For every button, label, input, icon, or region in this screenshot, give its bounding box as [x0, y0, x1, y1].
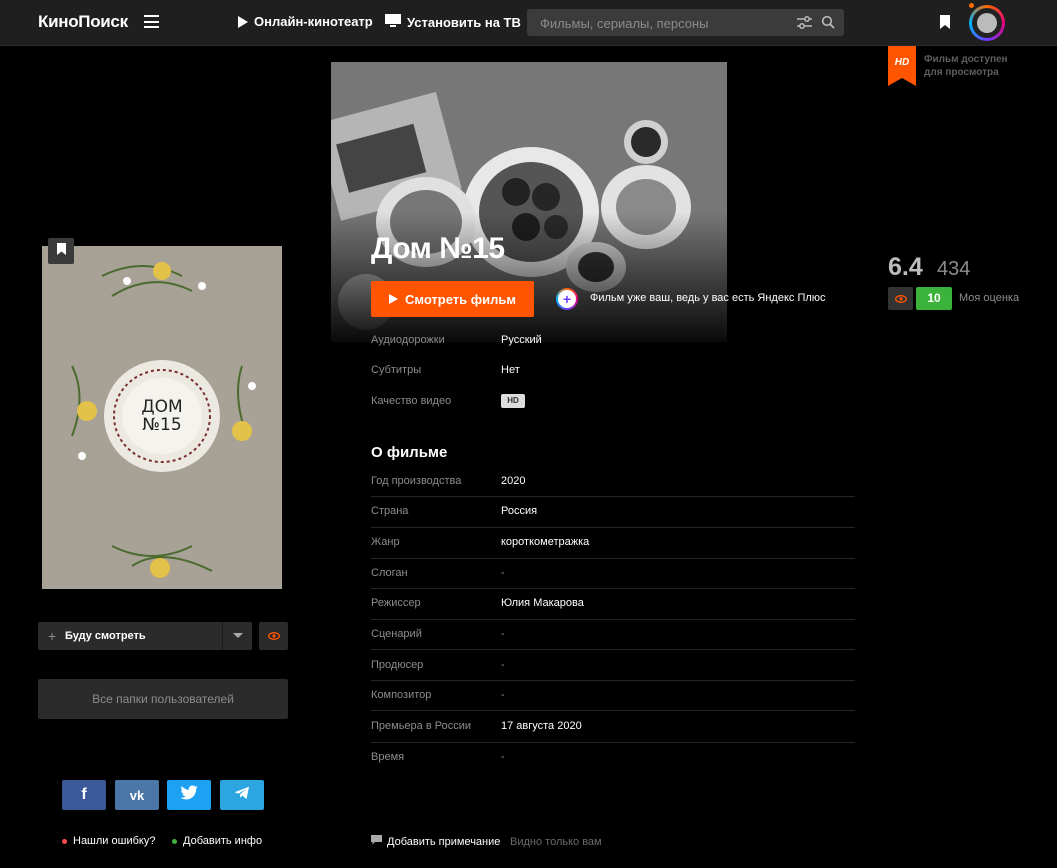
screenplay-label: Сценарий: [371, 628, 422, 640]
facebook-icon: f: [81, 786, 87, 803]
divider: [371, 527, 855, 528]
duration-label: Время: [371, 751, 405, 763]
country-value[interactable]: Россия: [501, 505, 537, 517]
play-icon: [388, 294, 398, 304]
divider: [371, 558, 855, 559]
poster-title: ДОМ №15: [141, 397, 183, 435]
premiere-label: Премьера в России: [371, 720, 472, 732]
genre-label: Жанр: [371, 536, 400, 548]
menu-icon[interactable]: [144, 15, 159, 28]
genre-value[interactable]: короткометражка: [501, 536, 589, 548]
screenplay-value: -: [501, 628, 505, 640]
tv-icon: [385, 14, 401, 31]
plus-icon: +: [48, 628, 57, 644]
audio-label: Аудиодорожки: [371, 334, 445, 346]
filter-icon[interactable]: [797, 16, 812, 34]
slogan-label: Слоган: [371, 567, 408, 579]
report-error-label: Нашли ошибку?: [73, 835, 156, 847]
director-value[interactable]: Юлия Макарова: [501, 597, 584, 609]
will-watch-button[interactable]: + Буду смотреть: [38, 622, 252, 650]
nav-tv-label: Установить на ТВ: [407, 15, 521, 30]
add-info-label: Добавить инфо: [183, 835, 263, 847]
header: КиноПоиск Онлайн-кинотеатр Установить на…: [0, 0, 1057, 46]
divider: [371, 649, 855, 650]
will-watch-label: Буду смотреть: [65, 630, 146, 642]
divider: [371, 496, 855, 497]
producer-label: Продюсер: [371, 659, 424, 671]
add-info-link[interactable]: Добавить инфо: [172, 835, 262, 847]
hd-available-icon: HD: [888, 46, 916, 91]
year-label: Год производства: [371, 475, 462, 487]
search-input[interactable]: [527, 9, 802, 38]
logo[interactable]: КиноПоиск: [38, 12, 128, 32]
hd-available-text: Фильм доступен для просмотра: [924, 54, 1008, 78]
note-visibility-text: Видно только вам: [510, 836, 602, 848]
bookmark-icon[interactable]: [940, 15, 950, 34]
rating-value: 6.4: [888, 253, 923, 281]
about-heading: О фильме: [371, 444, 448, 461]
year-value[interactable]: 2020: [501, 475, 525, 487]
composer-value: -: [501, 689, 505, 701]
divider: [371, 680, 855, 681]
subtitles-value: Нет: [501, 364, 520, 376]
red-dot-icon: [62, 838, 67, 844]
divider: [371, 710, 855, 711]
quality-label: Качество видео: [371, 395, 452, 407]
report-error-link[interactable]: Нашли ошибку?: [62, 835, 155, 847]
country-label: Страна: [371, 505, 409, 517]
search-box: [527, 9, 844, 38]
director-label: Режиссер: [371, 597, 421, 609]
watch-button-label: Смотреть фильм: [404, 291, 517, 307]
twitter-icon: [180, 785, 198, 805]
seen-toggle-button[interactable]: [259, 622, 288, 650]
audio-value: Русский: [501, 334, 542, 346]
movie-title: Дом №15: [371, 232, 505, 265]
eye-icon: [894, 290, 907, 308]
nav-online-cinema[interactable]: Онлайн-кинотеатр: [238, 14, 373, 29]
poster-bookmark-button[interactable]: [48, 238, 74, 264]
divider: [371, 588, 855, 589]
nav-install-tv[interactable]: Установить на ТВ: [385, 14, 521, 31]
yandex-plus-icon: +: [556, 288, 578, 310]
add-note-link[interactable]: Добавить примечание: [371, 835, 500, 848]
producer-value: -: [501, 659, 505, 671]
quality-badge: HD: [501, 394, 525, 408]
plus-note: Фильм уже ваш, ведь у вас есть Яндекс Пл…: [590, 292, 826, 304]
add-note-label: Добавить примечание: [387, 835, 501, 848]
all-folders-button[interactable]: Все папки пользователей: [38, 679, 288, 719]
avatar[interactable]: [969, 3, 1005, 41]
play-icon: [238, 15, 248, 28]
divider: [371, 619, 855, 620]
facebook-share-button[interactable]: f: [62, 780, 106, 810]
slogan-value: -: [501, 567, 505, 579]
chevron-down-icon[interactable]: [233, 633, 243, 638]
premiere-value[interactable]: 17 августа 2020: [501, 720, 582, 732]
my-score-label: Моя оценка: [959, 292, 1020, 304]
twitter-share-button[interactable]: [167, 780, 211, 810]
bookmark-icon: [56, 242, 66, 260]
eye-icon: [267, 627, 280, 645]
nav-online-label: Онлайн-кинотеатр: [254, 14, 373, 29]
telegram-share-button[interactable]: [220, 780, 264, 810]
rating-votes: 434: [937, 258, 971, 280]
vk-share-button[interactable]: vk: [115, 780, 159, 810]
duration-value: -: [501, 751, 505, 763]
divider: [222, 622, 223, 650]
subtitles-label: Субтитры: [371, 364, 422, 376]
divider: [371, 742, 855, 743]
my-score-badge[interactable]: 10: [916, 287, 952, 310]
comment-icon: [371, 835, 382, 848]
svg-text:HD: HD: [895, 57, 909, 68]
search-icon[interactable]: [821, 15, 835, 34]
watched-button[interactable]: [888, 287, 913, 310]
poster: ДОМ №15: [42, 246, 282, 589]
telegram-icon: [234, 786, 250, 805]
composer-label: Композитор: [371, 689, 432, 701]
vk-icon: vk: [129, 787, 145, 803]
watch-movie-button[interactable]: Смотреть фильм: [371, 281, 534, 317]
green-dot-icon: [172, 838, 177, 844]
